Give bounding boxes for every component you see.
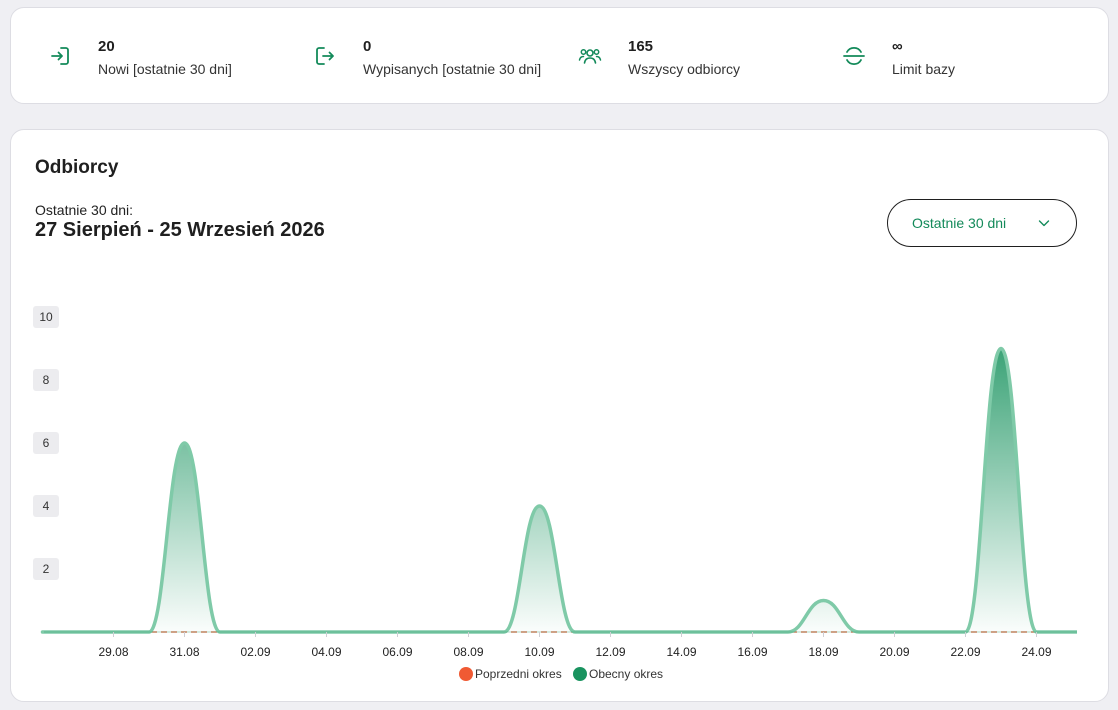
subscribers-chart: 2 4 6 8 10 29.08 31.08 02.09 04.09 06.09 08.09 10.… [33, 306, 1077, 681]
x-tick-label: 18.09 [808, 645, 838, 659]
legend-label: Obecny okres [589, 667, 663, 681]
legend-label: Poprzedni okres [475, 667, 562, 681]
database-limit-icon [843, 46, 865, 66]
stat-value: 20 [98, 38, 115, 55]
x-tick-label: 02.09 [240, 645, 270, 659]
stat-value: 0 [363, 38, 372, 55]
x-tick-label: 04.09 [311, 645, 341, 659]
x-tick-label: 16.09 [737, 645, 767, 659]
y-tick-label: 8 [43, 373, 50, 387]
y-tick-label: 6 [43, 436, 50, 450]
stat-label: Wszyscy odbiorcy [628, 61, 741, 77]
legend-item-previous[interactable]: Poprzedni okres [459, 667, 562, 681]
x-tick-label: 22.09 [950, 645, 980, 659]
legend-swatch [459, 667, 473, 681]
x-tick-label: 10.09 [524, 645, 554, 659]
y-tick-label: 2 [43, 562, 50, 576]
stat-label: Nowi [ostatnie 30 dni] [98, 61, 232, 77]
x-tick-label: 14.09 [666, 645, 696, 659]
stat-value: 165 [628, 38, 654, 55]
stat-label: Limit bazy [892, 61, 956, 77]
stat-value: ∞ [892, 38, 903, 55]
y-tick-label: 10 [39, 310, 53, 324]
x-tick-label: 24.09 [1021, 645, 1051, 659]
subscribers-chart-card: Odbiorcy Ostatnie 30 dni: 27 Sierpień - … [10, 129, 1109, 702]
x-tick-label: 20.09 [879, 645, 909, 659]
legend-item-current[interactable]: Obecny okres [573, 667, 663, 681]
stats-card: 20 Nowi [ostatnie 30 dni] 0 Wypisanych [… [10, 7, 1109, 104]
login-arrow-icon [51, 47, 69, 65]
x-tick-label: 06.09 [382, 645, 412, 659]
logout-arrow-icon [316, 47, 334, 65]
stat-label: Wypisanych [ostatnie 30 dni] [363, 61, 542, 77]
x-tick-label: 31.08 [169, 645, 199, 659]
users-group-icon [578, 49, 602, 64]
y-tick-label: 4 [43, 499, 50, 513]
x-tick-label: 12.09 [595, 645, 625, 659]
x-tick-label: 29.08 [98, 645, 128, 659]
x-tick-label: 08.09 [453, 645, 483, 659]
legend-swatch [573, 667, 587, 681]
